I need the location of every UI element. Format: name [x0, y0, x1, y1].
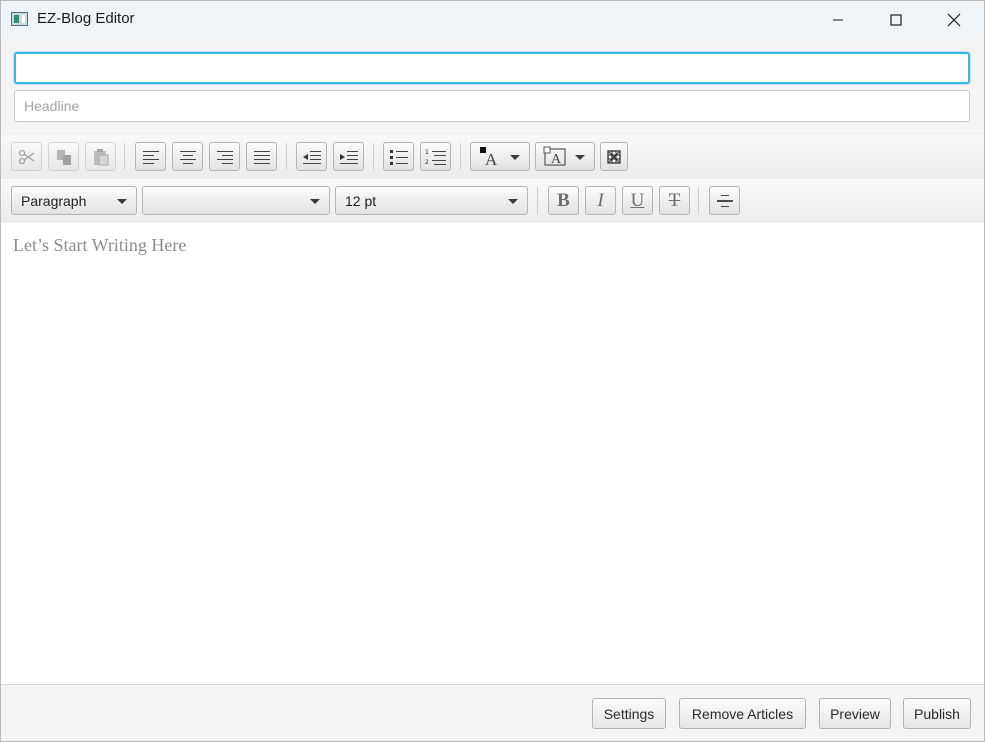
headline-input[interactable]: [14, 90, 970, 122]
title-bar[interactable]: EZ-Blog Editor: [1, 1, 984, 39]
editor-area[interactable]: Let’s Start Writing Here: [1, 223, 984, 685]
cut-icon: [18, 149, 34, 164]
align-left-icon: [142, 150, 159, 164]
svg-text:A: A: [485, 150, 498, 168]
chevron-down-icon: [575, 155, 585, 160]
text-color-picker[interactable]: A: [470, 142, 530, 171]
settings-button[interactable]: Settings: [592, 698, 666, 729]
toolbar-separator: [698, 187, 699, 214]
outdent-icon: [302, 150, 321, 164]
article-fields: [1, 39, 984, 136]
text-color-icon: A: [480, 147, 498, 168]
minimize-icon: [833, 19, 843, 21]
action-bar: Settings Remove Articles Preview Publish: [1, 685, 984, 741]
bullet-list-icon: [389, 149, 408, 165]
font-size-select[interactable]: 12 pt: [335, 186, 528, 215]
svg-text:2: 2: [425, 159, 429, 166]
paste-button[interactable]: [85, 142, 116, 171]
chevron-down-icon: [510, 155, 520, 160]
maximize-icon: [890, 14, 902, 26]
chevron-down-icon: [310, 199, 320, 204]
maximize-button[interactable]: [867, 1, 925, 39]
cut-button[interactable]: [11, 142, 42, 171]
preview-button[interactable]: Preview: [819, 698, 891, 729]
chevron-down-icon: [117, 199, 127, 204]
numbered-list-button[interactable]: 1 2: [420, 142, 451, 171]
align-justify-icon: [253, 150, 270, 164]
close-button[interactable]: [925, 1, 983, 39]
indent-icon: [339, 150, 358, 164]
toolbar-separator: [373, 143, 374, 170]
insert-table-icon: [607, 149, 621, 164]
toolbar-separator: [286, 143, 287, 170]
bullet-list-button[interactable]: [383, 142, 414, 171]
svg-text:1: 1: [425, 149, 429, 156]
background-color-picker[interactable]: A: [535, 142, 595, 171]
toolbar-separator: [537, 187, 538, 214]
copy-button[interactable]: [48, 142, 79, 171]
background-color-icon: A: [543, 146, 566, 167]
align-right-button[interactable]: [209, 142, 240, 171]
font-family-select[interactable]: [142, 186, 330, 215]
numbered-list-icon: 1 2: [425, 149, 446, 166]
remove-articles-button[interactable]: Remove Articles: [679, 698, 806, 729]
close-icon: [947, 13, 961, 27]
paragraph-style-select[interactable]: Paragraph: [11, 186, 137, 215]
indent-button[interactable]: [333, 142, 364, 171]
toolbar-separator: [460, 143, 461, 170]
align-justify-button[interactable]: [246, 142, 277, 171]
horizontal-rule-button[interactable]: [709, 186, 740, 215]
align-center-icon: [179, 150, 196, 164]
italic-icon: I: [597, 190, 604, 211]
bold-icon: B: [557, 190, 570, 211]
italic-button[interactable]: I: [585, 186, 616, 215]
underline-icon: U: [630, 190, 645, 211]
minimize-button[interactable]: [809, 1, 867, 39]
align-right-icon: [216, 150, 233, 164]
paragraph-style-value: Paragraph: [21, 193, 87, 209]
paste-icon: [93, 148, 108, 165]
underline-button[interactable]: U: [622, 186, 653, 215]
editing-toolbar: 1 2 A A: [1, 135, 984, 180]
app-window: EZ-Blog Editor Headline 1 2 A A Paragrap…: [0, 0, 985, 742]
strikethrough-icon: T: [668, 190, 681, 211]
svg-text:A: A: [551, 152, 562, 167]
align-left-button[interactable]: [135, 142, 166, 171]
window-title: EZ-Blog Editor: [37, 10, 135, 27]
strikethrough-button[interactable]: T: [659, 186, 690, 215]
title-input[interactable]: [14, 52, 970, 84]
outdent-button[interactable]: [296, 142, 327, 171]
bold-button[interactable]: B: [548, 186, 579, 215]
align-center-button[interactable]: [172, 142, 203, 171]
toolbar-separator: [124, 143, 125, 170]
copy-icon: [56, 149, 71, 165]
publish-button[interactable]: Publish: [903, 698, 971, 729]
font-size-value: 12 pt: [345, 193, 377, 209]
horizontal-rule-icon: [716, 194, 733, 207]
app-icon: [11, 12, 28, 26]
insert-table-button[interactable]: [600, 142, 628, 171]
format-toolbar: Paragraph 12 pt B I U T: [1, 179, 984, 224]
editor-placeholder: Let’s Start Writing Here: [13, 235, 187, 255]
chevron-down-icon: [508, 199, 518, 204]
